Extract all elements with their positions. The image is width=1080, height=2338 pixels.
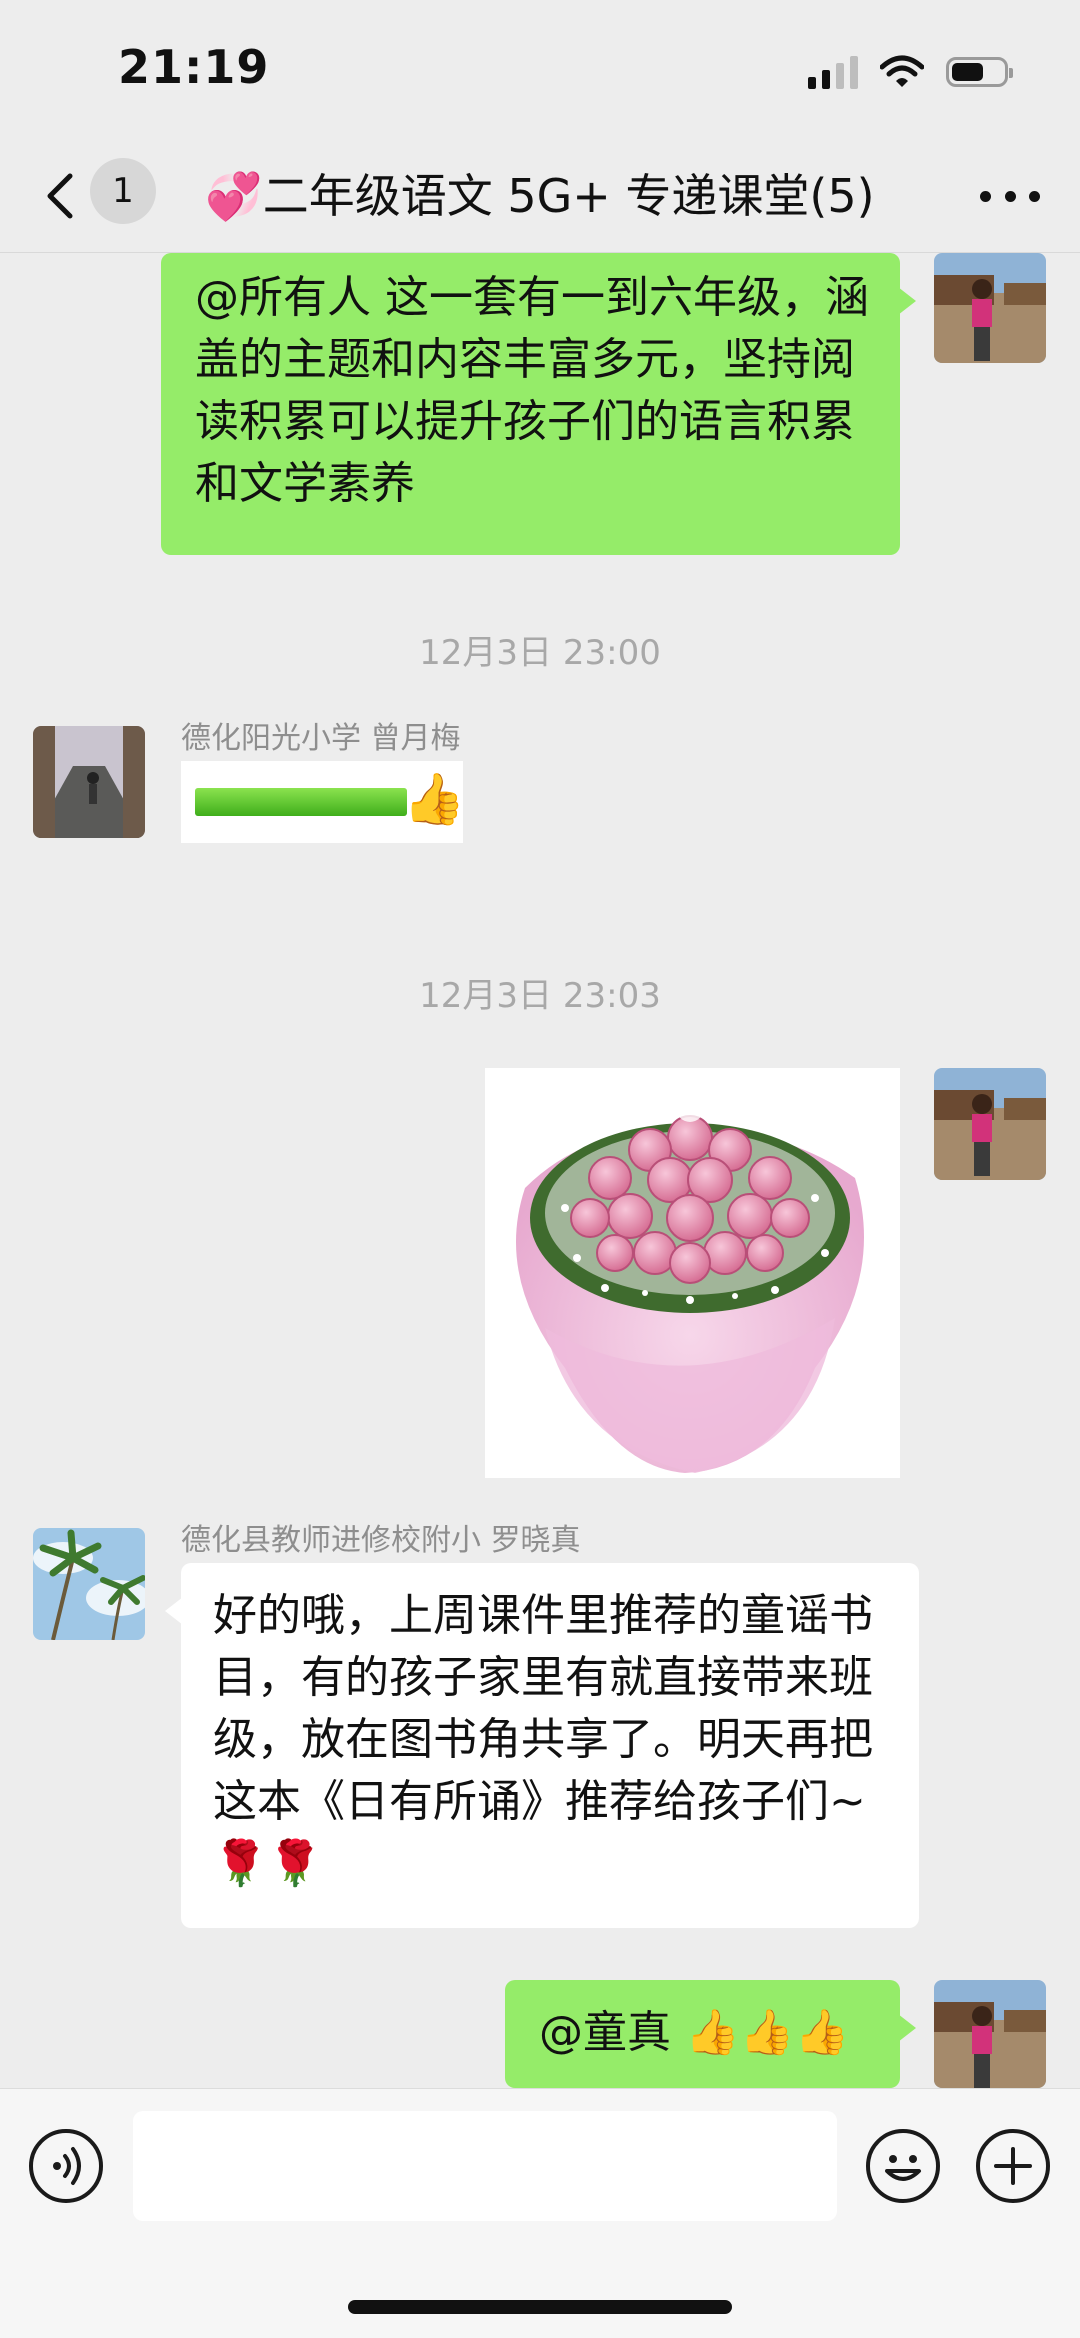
voice-icon	[53, 2147, 81, 2185]
battery-icon	[946, 57, 1013, 87]
battery-level	[952, 63, 984, 81]
plus-icon	[994, 2147, 1032, 2185]
message-text: 好的哦，上周课件里推荐的童谣书目，有的孩子家里有就直接带来班级，放在图书角共享了…	[213, 1590, 873, 1889]
progress-bar-track	[195, 788, 407, 816]
cellular-signal-icon	[808, 55, 858, 89]
back-chevron-icon[interactable]	[36, 168, 86, 224]
more-options-icon[interactable]	[980, 184, 1040, 208]
message-input[interactable]	[133, 2111, 837, 2221]
image-message[interactable]	[485, 1068, 900, 1478]
home-indicator[interactable]	[348, 2300, 732, 2314]
message-bubble-outgoing[interactable]: @童真 👍👍👍	[505, 1980, 916, 2088]
emoji-button[interactable]	[866, 2129, 940, 2203]
message-timestamp: 12月3日 23:00	[419, 633, 661, 673]
progress-bar-fill	[195, 788, 407, 816]
chat-title: 💞二年级语文 5G+ 专递课堂(5)	[205, 169, 875, 223]
sender-name: 德化县教师进修校附小 罗晓真	[181, 1523, 581, 1558]
message-bubble-incoming[interactable]: 好的哦，上周课件里推荐的童谣书目，有的孩子家里有就直接带来班级，放在图书角共享了…	[165, 1563, 919, 1928]
message-list[interactable]: @所有人 这一套有一到六年级，涵盖的主题和内容丰富多元，坚持阅读积累可以提升孩子…	[0, 253, 1080, 2088]
my-avatar[interactable]	[934, 1068, 1046, 1180]
status-time: 21:19	[118, 40, 270, 94]
sender-avatar[interactable]	[33, 1528, 145, 1640]
status-bar: 21:19	[0, 0, 1080, 140]
message-text: @童真 👍👍👍	[539, 2007, 850, 2058]
sender-name: 德化阳光小学 曾月梅	[181, 721, 461, 756]
chat-header: 1 💞二年级语文 5G+ 专递课堂(5)	[0, 140, 1080, 253]
my-avatar[interactable]	[934, 1980, 1046, 2088]
sticker-message[interactable]: 👍	[181, 761, 466, 843]
message-bubble-outgoing[interactable]: @所有人 这一套有一到六年级，涵盖的主题和内容丰富多元，坚持阅读积累可以提升孩子…	[161, 253, 916, 555]
thumbs-up-icon: 👍	[403, 770, 466, 828]
wifi-icon	[880, 55, 924, 87]
more-functions-button[interactable]	[976, 2129, 1050, 2203]
rose-bouquet-image	[485, 1068, 900, 1478]
sender-avatar[interactable]	[33, 726, 145, 838]
my-avatar[interactable]	[934, 253, 1046, 363]
smiley-icon	[885, 2155, 921, 2181]
message-timestamp: 12月3日 23:03	[419, 976, 661, 1016]
voice-input-button[interactable]	[29, 2129, 103, 2203]
message-text: @所有人 这一套有一到六年级，涵盖的主题和内容丰富多元，坚持阅读积累可以提升孩子…	[195, 272, 869, 509]
unread-count-badge[interactable]: 1	[90, 158, 156, 224]
status-icons	[808, 52, 1013, 92]
